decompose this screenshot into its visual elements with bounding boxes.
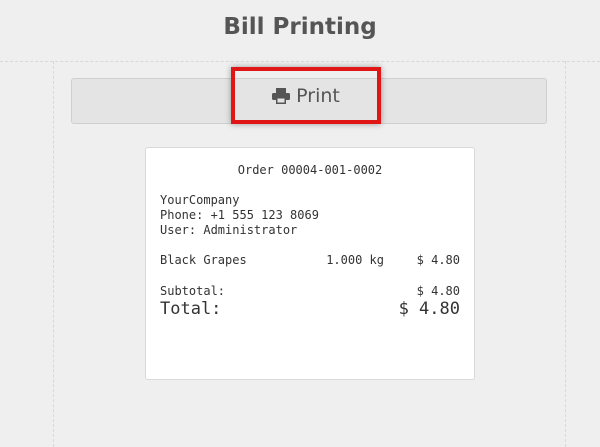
total-label: Total:: [160, 299, 222, 319]
right-divider: [565, 61, 566, 447]
print-button-label: Print: [296, 84, 340, 107]
left-divider: [53, 61, 54, 447]
company-phone: Phone: +1 555 123 8069: [160, 208, 319, 222]
header-divider: [0, 61, 600, 62]
total-row: Total: $ 4.80: [160, 299, 460, 319]
page-header: Bill Printing: [0, 0, 600, 60]
item-name: Black Grapes: [160, 253, 247, 267]
company-name: YourCompany: [160, 193, 240, 207]
print-button[interactable]: Print: [235, 71, 377, 120]
subtotal-row: Subtotal: $ 4.80: [160, 284, 460, 298]
cashier-user: User: Administrator: [160, 223, 298, 237]
company-info: YourCompany Phone: +1 555 123 8069 User:…: [160, 193, 319, 238]
subtotal-label: Subtotal:: [160, 284, 226, 298]
page-title: Bill Printing: [223, 14, 377, 40]
print-icon: [272, 87, 291, 104]
subtotal-value: $ 4.80: [416, 284, 460, 298]
total-value: $ 4.80: [398, 299, 460, 319]
item-quantity: 1.000 kg: [326, 253, 384, 267]
receipt: Order 00004-001-0002 YourCompany Phone: …: [145, 147, 475, 380]
receipt-line-item: Black Grapes 1.000 kg $ 4.80: [160, 253, 460, 268]
order-number: Order 00004-001-0002: [237, 163, 383, 177]
item-price: $ 4.80: [416, 253, 460, 267]
